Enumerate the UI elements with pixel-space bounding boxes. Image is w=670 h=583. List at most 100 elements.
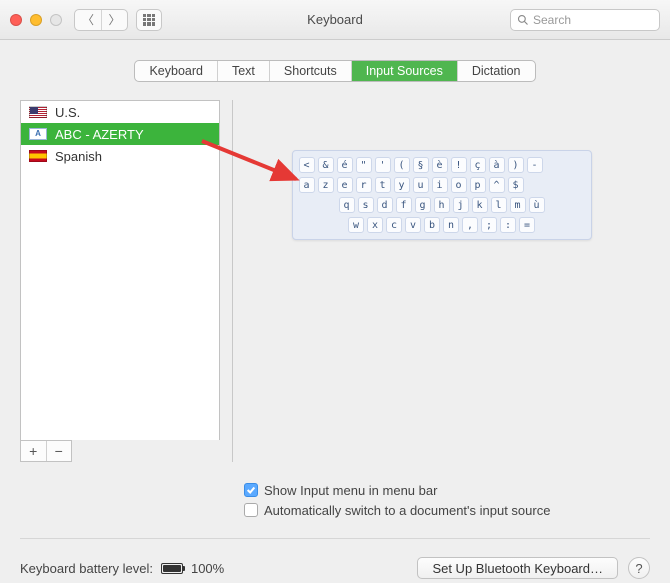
key: !	[451, 157, 467, 173]
checkbox-icon	[244, 483, 258, 497]
key: )	[508, 157, 524, 173]
keyboard-preview: <&é"'(§è!çà)- azertyuiop^$ qsdfghjklmù wxcv…	[292, 150, 592, 240]
input-source-label: ABC - AZERTY	[55, 127, 144, 142]
options-group: Show Input menu in menu bar Automaticall…	[0, 472, 670, 534]
us-flag-icon	[29, 106, 47, 118]
key: u	[413, 177, 429, 193]
tab-input-sources[interactable]: Input Sources	[351, 61, 457, 81]
keyboard-preview-pane: <&é"'(§è!çà)- azertyuiop^$ qsdfghjklmù wxcv…	[232, 100, 650, 462]
key: m	[510, 197, 526, 213]
keyboard-row: <&é"'(§è!çà)-	[299, 157, 585, 173]
tab-bar: Keyboard Text Shortcuts Input Sources Di…	[0, 60, 670, 82]
key: §	[413, 157, 429, 173]
key: q	[339, 197, 355, 213]
key: x	[367, 217, 383, 233]
remove-source-button[interactable]: −	[46, 441, 72, 461]
key: z	[318, 177, 334, 193]
input-source-row-us[interactable]: U.S.	[21, 101, 219, 123]
checkbox-icon	[244, 503, 258, 517]
key: j	[453, 197, 469, 213]
battery-percentage: 100%	[191, 561, 224, 576]
input-source-label: U.S.	[55, 105, 80, 120]
key: =	[519, 217, 535, 233]
search-field[interactable]: Search	[510, 9, 660, 31]
minimize-window-button[interactable]	[30, 14, 42, 26]
key: k	[472, 197, 488, 213]
search-icon	[517, 14, 529, 26]
input-source-row-spanish[interactable]: Spanish	[21, 145, 219, 167]
key: &	[318, 157, 334, 173]
key: é	[337, 157, 353, 173]
key: (	[394, 157, 410, 173]
key: è	[432, 157, 448, 173]
keyboard-row: qsdfghjklmù	[299, 197, 585, 213]
help-button[interactable]: ?	[628, 557, 650, 579]
window-titlebar: 〈 〉 Keyboard Search	[0, 0, 670, 40]
key: e	[337, 177, 353, 193]
input-sources-column: U.S. A ABC - AZERTY Spanish + −	[20, 100, 220, 462]
key: w	[348, 217, 364, 233]
battery-label: Keyboard battery level:	[20, 561, 153, 576]
key: t	[375, 177, 391, 193]
key: ,	[462, 217, 478, 233]
key: '	[375, 157, 391, 173]
close-window-button[interactable]	[10, 14, 22, 26]
key: -	[527, 157, 543, 173]
option-label: Automatically switch to a document's inp…	[264, 503, 550, 518]
key: v	[405, 217, 421, 233]
nav-forward-button[interactable]: 〉	[101, 10, 127, 30]
input-sources-list[interactable]: U.S. A ABC - AZERTY Spanish	[20, 100, 220, 440]
key: h	[434, 197, 450, 213]
search-placeholder: Search	[533, 13, 571, 27]
key: :	[500, 217, 516, 233]
input-source-row-abc-azerty[interactable]: A ABC - AZERTY	[21, 123, 219, 145]
maximize-window-button[interactable]	[50, 14, 62, 26]
divider	[20, 538, 650, 539]
key: y	[394, 177, 410, 193]
key: b	[424, 217, 440, 233]
key: s	[358, 197, 374, 213]
tab-text[interactable]: Text	[217, 61, 269, 81]
key: "	[356, 157, 372, 173]
grid-icon	[143, 14, 155, 26]
key: l	[491, 197, 507, 213]
key: $	[508, 177, 524, 193]
add-remove-segmented: + −	[20, 440, 72, 462]
option-label: Show Input menu in menu bar	[264, 483, 437, 498]
key: n	[443, 217, 459, 233]
tab-keyboard[interactable]: Keyboard	[135, 61, 217, 81]
key: o	[451, 177, 467, 193]
key: ^	[489, 177, 505, 193]
key: a	[299, 177, 315, 193]
tab-shortcuts[interactable]: Shortcuts	[269, 61, 351, 81]
keyboard-row: azertyuiop^$	[299, 177, 585, 193]
key: <	[299, 157, 315, 173]
show-all-prefs-button[interactable]	[136, 9, 162, 31]
key: r	[356, 177, 372, 193]
key: g	[415, 197, 431, 213]
key: i	[432, 177, 448, 193]
abc-badge-icon: A	[29, 128, 47, 140]
auto-switch-option[interactable]: Automatically switch to a document's inp…	[244, 500, 670, 520]
nav-back-forward: 〈 〉	[74, 9, 128, 31]
key: f	[396, 197, 412, 213]
input-source-label: Spanish	[55, 149, 102, 164]
tab-dictation[interactable]: Dictation	[457, 61, 535, 81]
key: à	[489, 157, 505, 173]
key: ù	[529, 197, 545, 213]
key: ç	[470, 157, 486, 173]
key: d	[377, 197, 393, 213]
window-controls	[10, 14, 62, 26]
nav-back-button[interactable]: 〈	[75, 10, 101, 30]
show-input-menu-option[interactable]: Show Input menu in menu bar	[244, 480, 670, 500]
key: ;	[481, 217, 497, 233]
battery-icon	[161, 563, 183, 574]
setup-bluetooth-keyboard-button[interactable]: Set Up Bluetooth Keyboard…	[417, 557, 618, 579]
key: c	[386, 217, 402, 233]
footer: Keyboard battery level: 100% Set Up Blue…	[0, 543, 670, 579]
spain-flag-icon	[29, 150, 47, 162]
key: p	[470, 177, 486, 193]
add-source-button[interactable]: +	[21, 441, 46, 461]
content-area: U.S. A ABC - AZERTY Spanish + − <&é"'(§è…	[0, 82, 670, 472]
keyboard-row: wxcvbn,;:=	[299, 217, 585, 233]
